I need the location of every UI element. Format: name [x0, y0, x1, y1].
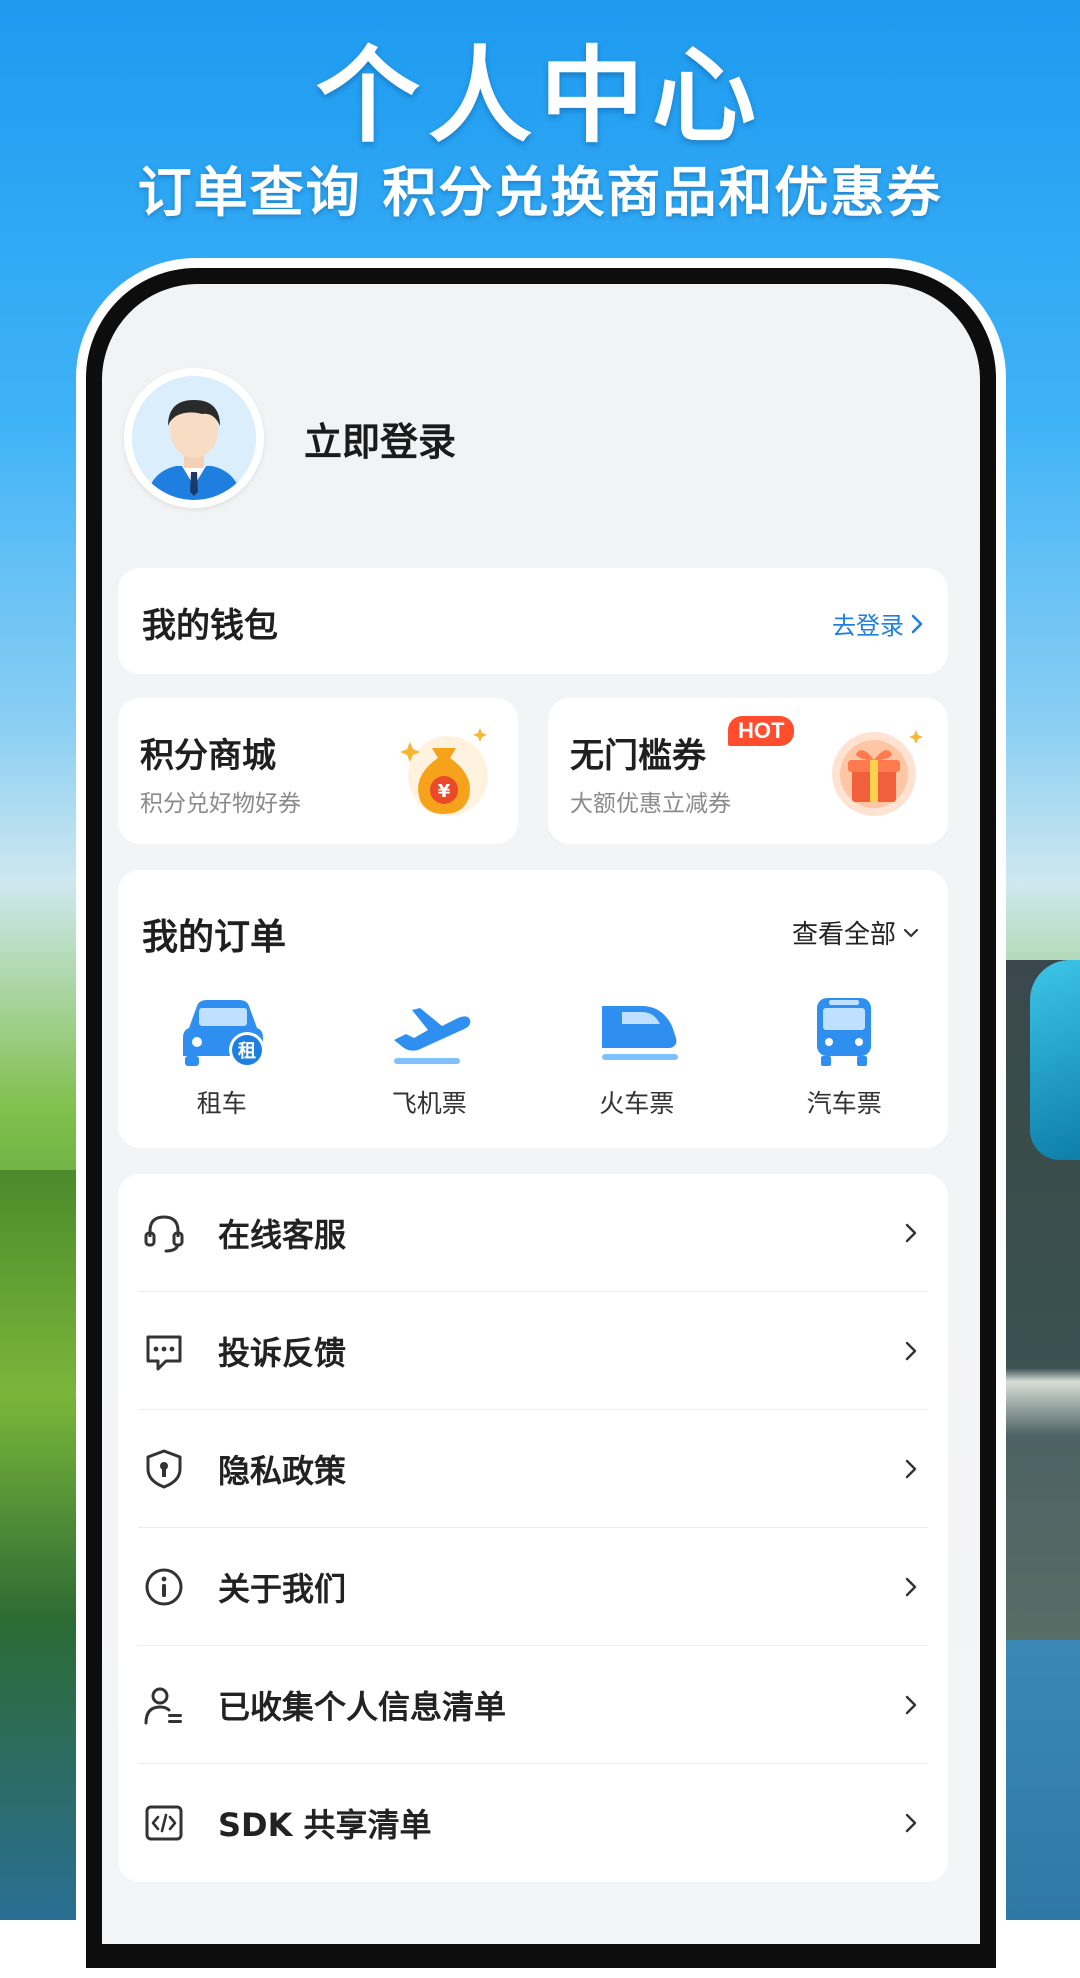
- menu-item-label: SDK 共享清单: [218, 1806, 432, 1844]
- menu-item-sdk-list[interactable]: SDK 共享清单: [118, 1764, 948, 1882]
- wallet-title: 我的钱包: [142, 606, 278, 646]
- phone-screen: 立即登录 我的钱包 去登录 积分商城 积分兑好物好券 ¥ 无门槛券 HOT 大额…: [102, 284, 980, 1944]
- chevron-down-icon: [903, 928, 919, 937]
- coupon-subtitle: 大额优惠立减券: [570, 791, 731, 817]
- menu-item-about-us[interactable]: 关于我们: [118, 1528, 948, 1646]
- settings-menu: 在线客服 投诉反馈 隐私政策 关于我们 已收集个人信息清单 SDK 共享清单: [118, 1174, 948, 1882]
- chevron-right-icon: [905, 1813, 917, 1833]
- points-mall-card[interactable]: 积分商城 积分兑好物好券 ¥: [118, 698, 518, 844]
- orders-title: 我的订单: [142, 917, 287, 958]
- orders-card: 我的订单 查看全部 租 租车 飞机票 火车票 汽车票: [118, 870, 948, 1148]
- view-all-orders-button[interactable]: 查看全部: [792, 914, 920, 951]
- shield-lock-icon: [146, 1449, 182, 1489]
- bus-icon: [817, 998, 872, 1066]
- chevron-right-icon: [905, 1577, 917, 1597]
- svg-text:租: 租: [238, 1040, 256, 1062]
- wallet-card[interactable]: 我的钱包 去登录: [118, 568, 948, 674]
- background-car: [1030, 960, 1080, 1160]
- svg-text:¥: ¥: [438, 781, 451, 802]
- gift-box-icon: [832, 730, 923, 816]
- order-flight[interactable]: 飞机票: [326, 994, 534, 1120]
- user-avatar-icon[interactable]: [124, 368, 264, 508]
- login-link[interactable]: 立即登录: [304, 411, 456, 466]
- money-bag-icon: ¥: [400, 728, 488, 816]
- profile-header[interactable]: 立即登录: [124, 368, 456, 508]
- menu-item-customer-service[interactable]: 在线客服: [118, 1174, 948, 1292]
- wallet-login-button[interactable]: 去登录: [832, 606, 924, 641]
- chevron-right-icon: [905, 1223, 917, 1243]
- wallet-login-label: 去登录: [832, 612, 904, 640]
- order-label: 租车: [196, 1089, 247, 1118]
- coupon-card[interactable]: 无门槛券 HOT 大额优惠立减券: [548, 698, 948, 844]
- view-all-label: 查看全部: [791, 920, 896, 950]
- order-car-rental[interactable]: 租 租车: [118, 994, 326, 1120]
- points-mall-title: 积分商城: [140, 736, 276, 776]
- menu-item-label: 关于我们: [218, 1570, 347, 1608]
- info-icon: [145, 1568, 183, 1606]
- chat-bubble-icon: [146, 1335, 182, 1371]
- headline-subtitle: 订单查询 积分兑换商品和优惠券: [137, 161, 943, 224]
- promo-headline: 个人中心 订单查询 积分兑换商品和优惠券: [0, 36, 1080, 228]
- user-list-icon: [144, 1687, 182, 1725]
- car-rental-icon: 租: [182, 1000, 265, 1068]
- menu-item-feedback[interactable]: 投诉反馈: [118, 1292, 948, 1410]
- headline-title: 个人中心: [315, 35, 764, 157]
- menu-item-label: 投诉反馈: [218, 1334, 347, 1372]
- chevron-right-icon: [911, 614, 923, 633]
- headset-icon: [144, 1215, 184, 1253]
- menu-item-label: 已收集个人信息清单: [218, 1688, 507, 1726]
- menu-item-privacy-policy[interactable]: 隐私政策: [118, 1410, 948, 1528]
- chevron-right-icon: [905, 1695, 917, 1715]
- code-icon: [145, 1805, 183, 1841]
- order-train[interactable]: 火车票: [533, 994, 741, 1120]
- menu-item-personal-info-list[interactable]: 已收集个人信息清单: [118, 1646, 948, 1764]
- coupon-title: 无门槛券: [570, 736, 706, 776]
- airplane-icon: [394, 1008, 471, 1064]
- menu-item-label: 在线客服: [218, 1216, 347, 1254]
- order-bus[interactable]: 汽车票: [741, 994, 949, 1120]
- order-label: 火车票: [599, 1089, 675, 1118]
- menu-item-label: 隐私政策: [218, 1452, 347, 1490]
- train-icon: [601, 1006, 678, 1060]
- order-label: 飞机票: [391, 1089, 467, 1118]
- chevron-right-icon: [905, 1459, 917, 1479]
- points-mall-subtitle: 积分兑好物好券: [140, 791, 301, 817]
- hot-badge: HOT: [728, 716, 795, 746]
- order-label: 汽车票: [806, 1089, 882, 1118]
- chevron-right-icon: [905, 1341, 917, 1361]
